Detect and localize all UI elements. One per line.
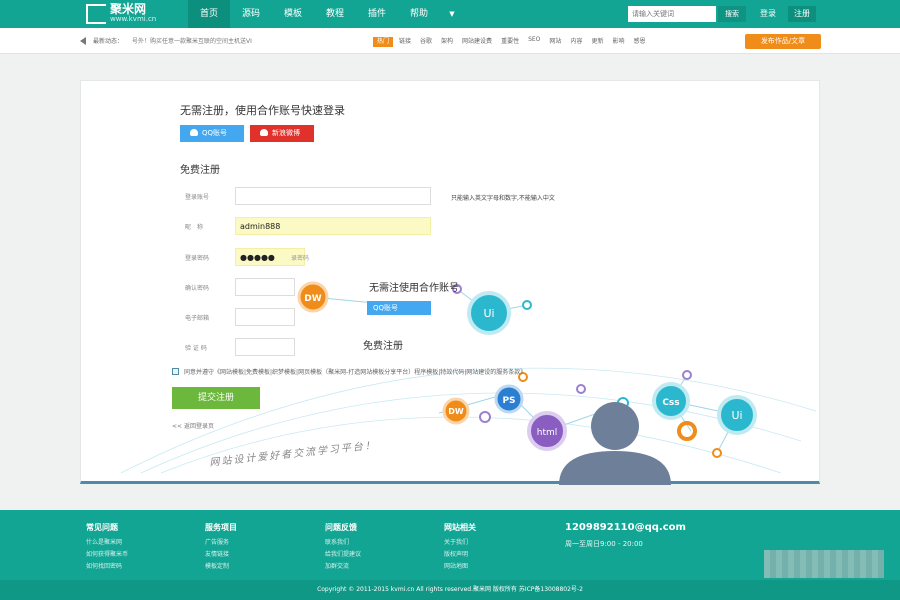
- hot-badge: 热门: [373, 37, 393, 47]
- footer-heading: 常见问题: [86, 523, 118, 532]
- search-input[interactable]: [628, 6, 716, 22]
- ui-bubble-2-label: Ui: [731, 409, 742, 422]
- css-bubble-label: Css: [662, 398, 679, 408]
- tag-link[interactable]: 网站建设费: [462, 36, 492, 45]
- nav-templates[interactable]: 模板: [272, 0, 314, 28]
- captcha-input[interactable]: [235, 338, 295, 356]
- footer-col-services: 服务项目 广告服务 友情链接 模板定制: [205, 522, 237, 573]
- email-input[interactable]: [235, 308, 295, 326]
- qq-login-button[interactable]: QQ账号: [180, 125, 244, 142]
- nickname-label: 昵 称: [185, 224, 204, 231]
- account-input[interactable]: [235, 187, 431, 205]
- tag-link[interactable]: 内容: [570, 36, 582, 45]
- submit-register-button[interactable]: 提交注册: [172, 387, 260, 409]
- captcha-label: 验 证 码: [185, 345, 207, 352]
- footer-link[interactable]: 模板定制: [205, 561, 237, 573]
- footer-link[interactable]: 加群交流: [325, 561, 361, 573]
- free-register-title: 免费注册: [180, 165, 220, 176]
- footer-link[interactable]: 广告服务: [205, 537, 237, 549]
- footer-col-feedback: 问题反馈 联系我们 给我们提建议 加群交流: [325, 522, 361, 573]
- site-logo[interactable]: 聚米网 www.kvmi.cn: [86, 3, 176, 25]
- dw-bubble-1-label: DW: [304, 294, 321, 304]
- account-hint: 只能输入英文字母和数字,不能输入中文: [451, 195, 555, 202]
- illustration-echo-free: 免费注册: [363, 341, 403, 352]
- password-label: 登录密码: [185, 255, 210, 262]
- ui-bubble-1-label: Ui: [483, 307, 494, 320]
- hot-tags: 链接 谷歌 架构 网站建设费 重要性 SEO 网站 内容 更新 影响 感恩: [399, 36, 654, 45]
- search-button[interactable]: 搜索: [718, 6, 746, 22]
- logo-url: www.kvmi.cn: [110, 15, 157, 23]
- footer-link[interactable]: 什么是聚米网: [86, 537, 128, 549]
- register-panel: DW Ui DW PS html Css Ui 无需注册，使用合作账号快速登录 …: [80, 80, 820, 485]
- tag-link[interactable]: 重要性: [501, 36, 519, 45]
- footer-heading: 网站相关: [444, 523, 476, 532]
- account-label: 登录账号: [185, 194, 210, 201]
- dw-bubble-2-label: DW: [448, 407, 464, 416]
- contact-email[interactable]: 1209892110@qq.com: [565, 522, 686, 533]
- illustration-echo-title: 无需注使用合作账号: [369, 283, 459, 294]
- footer-link[interactable]: 给我们提建议: [325, 549, 361, 561]
- main-nav: 首页 源码 模板 教程 插件 帮助 ▼: [188, 0, 464, 28]
- top-header: 聚米网 www.kvmi.cn 首页 源码 模板 教程 插件 帮助 ▼ 搜索 登…: [0, 0, 900, 28]
- register-link[interactable]: 注册: [788, 6, 816, 22]
- nickname-input[interactable]: [235, 217, 431, 235]
- service-hours: 周一至周日9:00 - 20:00: [565, 540, 643, 548]
- agree-checkbox[interactable]: [172, 368, 179, 375]
- tag-link[interactable]: 影响: [612, 36, 624, 45]
- nav-tutorials[interactable]: 教程: [314, 0, 356, 28]
- footer-link[interactable]: 联系我们: [325, 537, 361, 549]
- weibo-login-label: 新浪微博: [272, 129, 300, 137]
- logo-k-icon: [86, 4, 106, 24]
- nav-home[interactable]: 首页: [188, 0, 230, 28]
- footer-col-faq: 常见问题 什么是聚米网 如何获得聚米币 如何找回密码: [86, 522, 128, 573]
- blurred-watermark: [764, 550, 884, 578]
- back-to-login-link[interactable]: << 返回登录页: [172, 421, 214, 430]
- person-silhouette-icon: [559, 402, 671, 485]
- qq-login-label: QQ账号: [202, 129, 228, 137]
- news-label: 最新动态：: [93, 38, 124, 45]
- footer-link[interactable]: 友情链接: [205, 549, 237, 561]
- nav-source[interactable]: 源码: [230, 0, 272, 28]
- footer-link[interactable]: 如何获得聚米币: [86, 549, 128, 561]
- footer-heading: 服务项目: [205, 523, 237, 532]
- password-ghost-text: 录密码: [291, 255, 310, 262]
- email-label: 电子邮箱: [185, 315, 210, 322]
- weibo-icon: [260, 129, 268, 136]
- tag-link[interactable]: 更新: [591, 36, 603, 45]
- footer-link[interactable]: 网站地图: [444, 561, 476, 573]
- speaker-icon: [80, 37, 86, 45]
- nav-more-chevron-down-icon[interactable]: ▼: [440, 0, 464, 28]
- copyright: Copyright © 2011-2015 kvmi.cn All rights…: [0, 580, 900, 600]
- tag-link[interactable]: 谷歌: [420, 36, 432, 45]
- weibo-login-button[interactable]: 新浪微博: [250, 125, 314, 142]
- ps-bubble-label: PS: [502, 396, 515, 406]
- confirm-password-label: 确认密码: [185, 285, 210, 292]
- login-link[interactable]: 登录: [760, 8, 776, 19]
- agree-terms-text[interactable]: 同意并遵守《网站模板|免费模板|织梦模板|网页模板（聚米网-打造网站模板分享平台…: [184, 367, 526, 376]
- html-bubble-label: html: [537, 428, 558, 438]
- illustration-echo-qq: QQ账号: [367, 301, 431, 315]
- footer-link[interactable]: 关于我们: [444, 537, 476, 549]
- quick-login-title: 无需注册，使用合作账号快速登录: [180, 104, 345, 117]
- qq-icon: [190, 129, 198, 136]
- nav-help[interactable]: 帮助: [398, 0, 440, 28]
- footer-heading: 问题反馈: [325, 523, 357, 532]
- footer-col-site: 网站相关 关于我们 版权声明 网站地图: [444, 522, 476, 573]
- nav-plugins[interactable]: 插件: [356, 0, 398, 28]
- footer-link[interactable]: 版权声明: [444, 549, 476, 561]
- footer-contact: 1209892110@qq.com 周一至周日9:00 - 20:00: [565, 522, 686, 549]
- news-ticker-link[interactable]: 号外！购买任意一款聚米互联的空间主机送VI: [132, 36, 252, 45]
- publish-button[interactable]: 发布作品/文章: [745, 34, 821, 49]
- confirm-password-input[interactable]: [235, 278, 295, 296]
- tag-link[interactable]: 感恩: [633, 36, 645, 45]
- tag-link[interactable]: 网站: [549, 36, 561, 45]
- tag-link[interactable]: 链接: [399, 36, 411, 45]
- tag-link[interactable]: SEO: [528, 36, 540, 45]
- tag-link[interactable]: 架构: [441, 36, 453, 45]
- footer-link[interactable]: 如何找回密码: [86, 561, 128, 573]
